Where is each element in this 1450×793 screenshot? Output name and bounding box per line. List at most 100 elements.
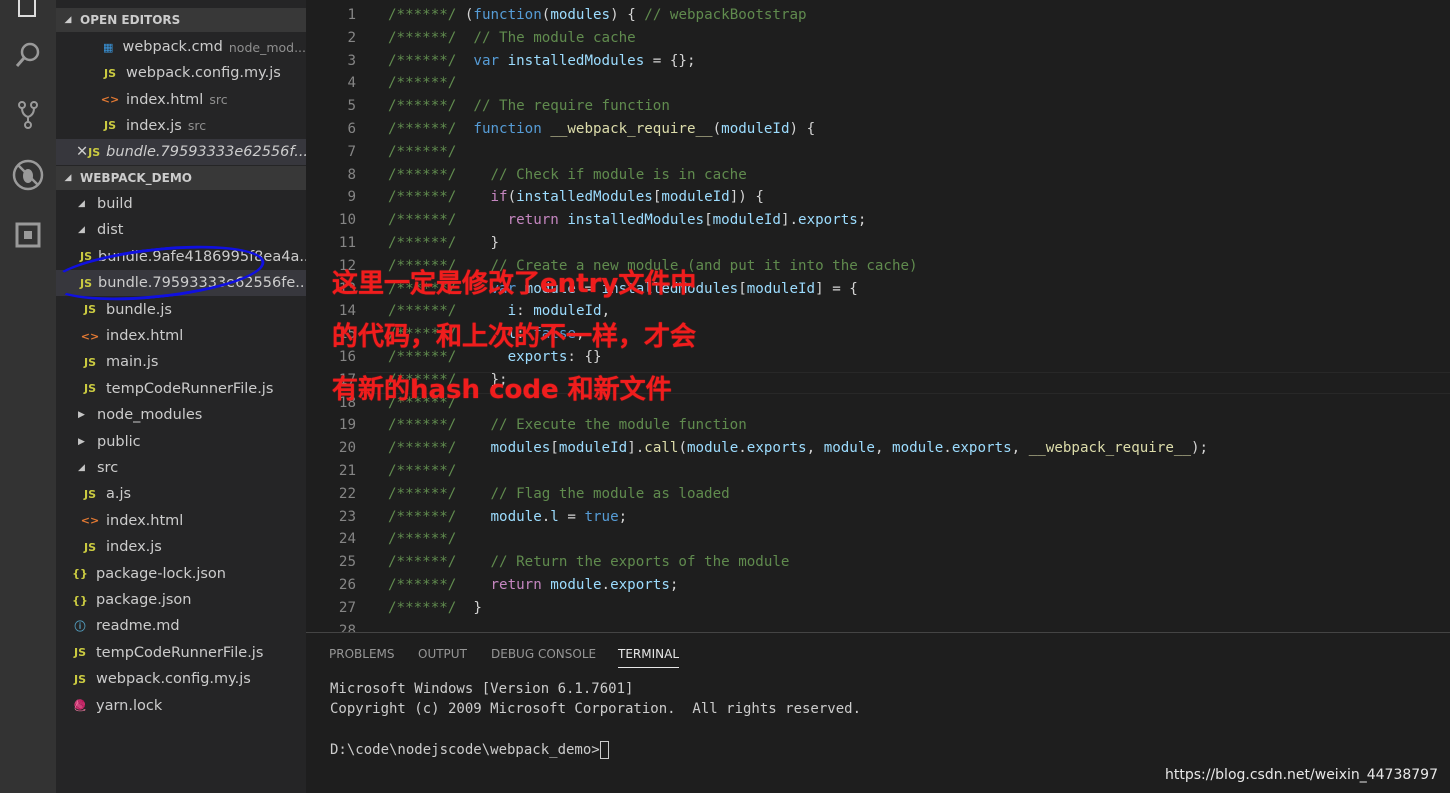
code-line: /******/ // The module cache (388, 30, 636, 46)
js-icon: JS (103, 66, 116, 80)
windows-icon: ▦ (103, 40, 114, 54)
file-item[interactable]: JS webpack.config.my.js (56, 666, 306, 692)
debug-icon[interactable] (8, 155, 48, 195)
file-item[interactable]: JS bundle.js (56, 297, 306, 323)
file-item[interactable]: <> index.html (56, 323, 306, 349)
js-icon: JS (83, 355, 96, 369)
code-token: moduleId (712, 212, 781, 229)
line-number: 6 (347, 121, 356, 137)
code-token: __webpack_require__ (1028, 440, 1192, 457)
code-token: installedModules (507, 52, 645, 69)
tab-terminal[interactable]: TERMINAL (618, 647, 680, 668)
code-token: , (874, 440, 893, 457)
code-token: [ (550, 440, 559, 457)
search-icon[interactable] (8, 35, 48, 75)
file-item[interactable]: JS a.js (56, 481, 306, 507)
file-item[interactable]: {} package.json (56, 587, 306, 613)
js-icon: JS (103, 119, 116, 133)
code-token: /******/ (388, 143, 457, 160)
code-token: moduleId (746, 280, 816, 297)
code-token: [ (738, 280, 747, 297)
close-icon[interactable]: ✕ (76, 144, 88, 160)
folder-item[interactable]: ◢ dist (56, 217, 306, 243)
file-item[interactable]: 🧶 yarn.lock (56, 693, 306, 719)
code-token: /******/ (388, 189, 491, 206)
code-token: ( (507, 189, 517, 206)
code-token: function (473, 121, 542, 137)
code-line: /******/ return installedModules[moduleI… (388, 212, 866, 228)
code-token: /******/ // The require function (388, 98, 670, 115)
open-editors-header[interactable]: ◢ OPEN EDITORS (56, 8, 306, 32)
code-token: installedModules (567, 212, 705, 229)
folder-item[interactable]: ▶ node_modules (56, 402, 306, 428)
code-token: exports (798, 212, 858, 229)
open-editor-item[interactable]: ▦ webpack.cmd node_mod... (56, 34, 306, 60)
open-editor-item[interactable]: JS webpack.config.my.js (56, 60, 306, 86)
code-token: = (558, 508, 585, 525)
file-item[interactable]: JS index.js (56, 534, 306, 560)
terminal-line: Copyright (c) 2009 Microsoft Corporation… (330, 701, 862, 717)
collapse-icon: ◢ (64, 15, 72, 25)
code-token: var (473, 52, 500, 69)
expanded-chevron-icon: ◢ (78, 463, 85, 473)
json-icon: {} (72, 567, 88, 581)
folder-item[interactable]: ◢ src (56, 455, 306, 481)
code-token: module (892, 440, 944, 457)
code-token: } (490, 235, 500, 251)
code-token: /******/ (388, 75, 457, 92)
code-line: /******/ } (388, 235, 499, 251)
code-line: /******/ (388, 463, 456, 479)
file-item[interactable]: {} package-lock.json (56, 561, 306, 587)
code-token: module (687, 440, 739, 457)
file-item[interactable]: ⓘ readme.md (56, 613, 306, 639)
code-line: /******/ return module.exports; (388, 577, 678, 593)
file-item[interactable]: <> index.html (56, 508, 306, 534)
code-token: /******/ (388, 440, 491, 457)
open-editor-item[interactable]: <> index.html src (56, 87, 306, 113)
file-item[interactable]: JS tempCodeRunnerFile.js (56, 376, 306, 402)
code-token: __webpack_require__ (550, 121, 713, 137)
code-token: moduleId (558, 440, 628, 457)
code-token: installedModules (516, 189, 653, 206)
explorer-icon[interactable] (8, 0, 48, 26)
tab-problems[interactable]: PROBLEMS (329, 647, 395, 667)
explorer-sidebar: ◢ OPEN EDITORS ▦ webpack.cmd node_mod... JS w… (56, 0, 306, 793)
code-token: . (943, 440, 952, 457)
code-token: modules (550, 7, 611, 23)
open-editor-item[interactable]: JS index.js src (56, 113, 306, 139)
code-line: /******/ (388, 75, 456, 91)
code-token: /******/ // The module cache (388, 29, 636, 46)
code-token: ] = { (815, 280, 858, 297)
line-number: 9 (347, 189, 356, 206)
line-number: 5 (347, 98, 356, 115)
folder-item[interactable]: ◢ build (56, 191, 306, 217)
code-token: /******/ (388, 212, 508, 229)
expanded-chevron-icon: ◢ (78, 199, 85, 209)
js-icon: JS (83, 540, 96, 554)
code-token: exports (610, 577, 670, 593)
tab-debug-console[interactable]: DEBUG CONSOLE (491, 647, 596, 667)
red-text-annotation: 这里一定是修改了entry文件中 的代码，和上次的不一样，才会 有新的hash … (332, 269, 697, 405)
code-line: /******/ // Flag the module as loaded (388, 486, 730, 502)
file-item[interactable]: JS tempCodeRunnerFile.js (56, 640, 306, 666)
project-header[interactable]: ◢ WEBPACK_DEMO (56, 166, 306, 190)
file-item[interactable]: JS main.js (56, 349, 306, 375)
line-number: 24 (338, 531, 356, 548)
info-icon: ⓘ (74, 620, 86, 634)
extensions-icon[interactable] (8, 215, 48, 255)
code-token: moduleId (661, 189, 730, 206)
line-number: 11 (338, 235, 356, 251)
terminal-prompt[interactable]: D:\code\nodejscode\webpack_demo> (330, 741, 609, 759)
code-token: module (823, 440, 875, 457)
open-editor-item[interactable]: ✕ JS bundle.79593333e62556f... (56, 139, 306, 166)
code-line: /******/ // Execute the module function (388, 417, 747, 433)
code-token: , (806, 440, 824, 457)
code-token: return (490, 577, 542, 593)
code-token: /******/ // Check if module is in cache (388, 166, 747, 183)
folder-item[interactable]: ▶ public (56, 429, 306, 455)
code-token: ); (1191, 440, 1209, 457)
tab-output[interactable]: OUTPUT (418, 647, 467, 667)
code-token: return (507, 212, 559, 229)
source-control-icon[interactable] (8, 95, 48, 135)
